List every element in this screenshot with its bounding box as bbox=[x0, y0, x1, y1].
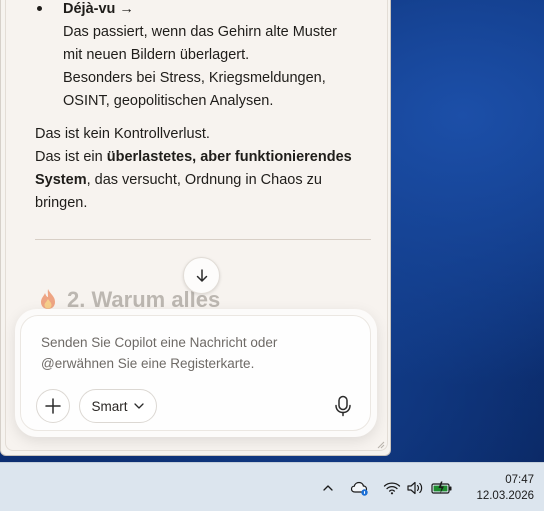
copilot-panel: Déjà-vu → Das passiert, wenn das Gehirn … bbox=[0, 0, 391, 456]
plus-icon bbox=[45, 398, 61, 414]
arrow-down-icon bbox=[196, 268, 207, 282]
message-composer[interactable]: Senden Sie Copilot eine Nachricht oder @… bbox=[20, 315, 371, 431]
volume-button[interactable] bbox=[406, 480, 424, 496]
mode-label: Smart bbox=[91, 398, 128, 414]
bullet-dot bbox=[37, 6, 42, 11]
battery-icon bbox=[431, 481, 452, 494]
flame-icon bbox=[41, 289, 55, 309]
show-hidden-icons-button[interactable] bbox=[320, 480, 336, 496]
microphone-icon bbox=[335, 395, 351, 417]
battery-button[interactable] bbox=[431, 480, 453, 496]
mode-selector-button[interactable]: Smart bbox=[79, 389, 157, 423]
onedrive-button[interactable] bbox=[350, 480, 370, 496]
taskbar: 07:47 12.03.2026 bbox=[0, 462, 544, 511]
composer-input[interactable]: Senden Sie Copilot eine Nachricht oder @… bbox=[41, 332, 341, 374]
add-button[interactable] bbox=[36, 389, 70, 423]
resize-grip-icon[interactable] bbox=[375, 439, 385, 449]
scroll-to-bottom-button[interactable] bbox=[183, 257, 220, 294]
bullet-title: Déjà-vu → bbox=[63, 1, 134, 17]
paragraph: Das ist kein Kontrollverlust. Das ist ei… bbox=[35, 126, 352, 211]
network-button[interactable] bbox=[383, 480, 401, 496]
clock[interactable]: 07:47 12.03.2026 bbox=[462, 472, 534, 504]
speaker-icon bbox=[407, 481, 423, 495]
microphone-button[interactable] bbox=[327, 390, 359, 422]
clock-date: 12.03.2026 bbox=[476, 490, 534, 502]
clock-time: 07:47 bbox=[505, 474, 534, 486]
wifi-icon bbox=[383, 482, 401, 495]
chevron-down-icon bbox=[133, 403, 144, 409]
section-divider bbox=[35, 239, 371, 240]
chevron-up-icon bbox=[323, 485, 333, 491]
onedrive-icon bbox=[350, 481, 368, 496]
bullet-description: Das passiert, wenn das Gehirn alte Muste… bbox=[63, 24, 338, 109]
